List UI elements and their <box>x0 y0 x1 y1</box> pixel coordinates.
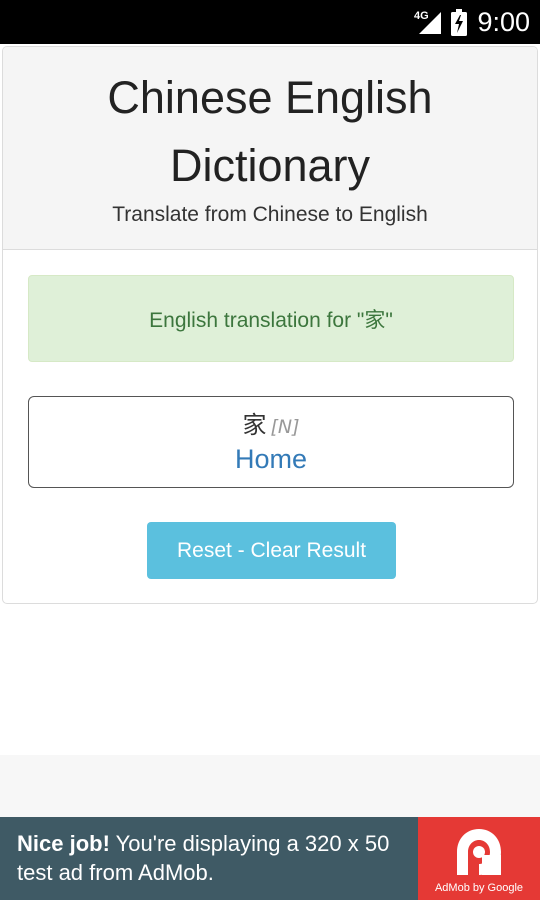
page-subtitle: Translate from Chinese to English <box>112 203 428 226</box>
battery-charging-icon <box>451 8 468 36</box>
ad-text[interactable]: Nice job! You're displaying a 320 x 50 t… <box>17 829 412 887</box>
admob-logo-icon <box>452 825 506 883</box>
part-of-speech-tag: [N] <box>270 416 300 438</box>
translation-alert: English translation for "家" <box>28 275 514 362</box>
content-bottom-strip <box>0 755 540 817</box>
ad-banner[interactable]: Nice job! You're displaying a 320 x 50 t… <box>0 817 540 900</box>
title-line-1: Chinese English <box>107 72 433 123</box>
admob-caption: AdMob by Google <box>434 882 524 894</box>
title-line-2: Dictionary <box>169 140 371 191</box>
result-box: 家 [N] Home <box>28 396 514 488</box>
result-translation[interactable]: Home <box>29 444 513 475</box>
card-header: Chinese English Dictionary Translate fro… <box>3 47 537 250</box>
status-bar: 4G 9:00 <box>0 0 540 44</box>
result-word: 家 <box>242 411 267 439</box>
signal-4g-icon: 4G <box>413 8 443 36</box>
reset-clear-result-button[interactable]: Reset - Clear Result <box>147 522 396 579</box>
result-word-line: 家 [N] <box>29 405 513 440</box>
status-icons: 4G 9:00 <box>413 0 530 44</box>
page-title: Chinese English Dictionary <box>3 47 537 200</box>
status-time: 9:00 <box>477 6 530 37</box>
admob-logo[interactable]: AdMob by Google <box>418 817 540 900</box>
ad-bold-text: Nice job! <box>17 831 110 856</box>
dictionary-card: Chinese English Dictionary Translate fro… <box>2 46 538 604</box>
network-label: 4G <box>414 10 429 22</box>
